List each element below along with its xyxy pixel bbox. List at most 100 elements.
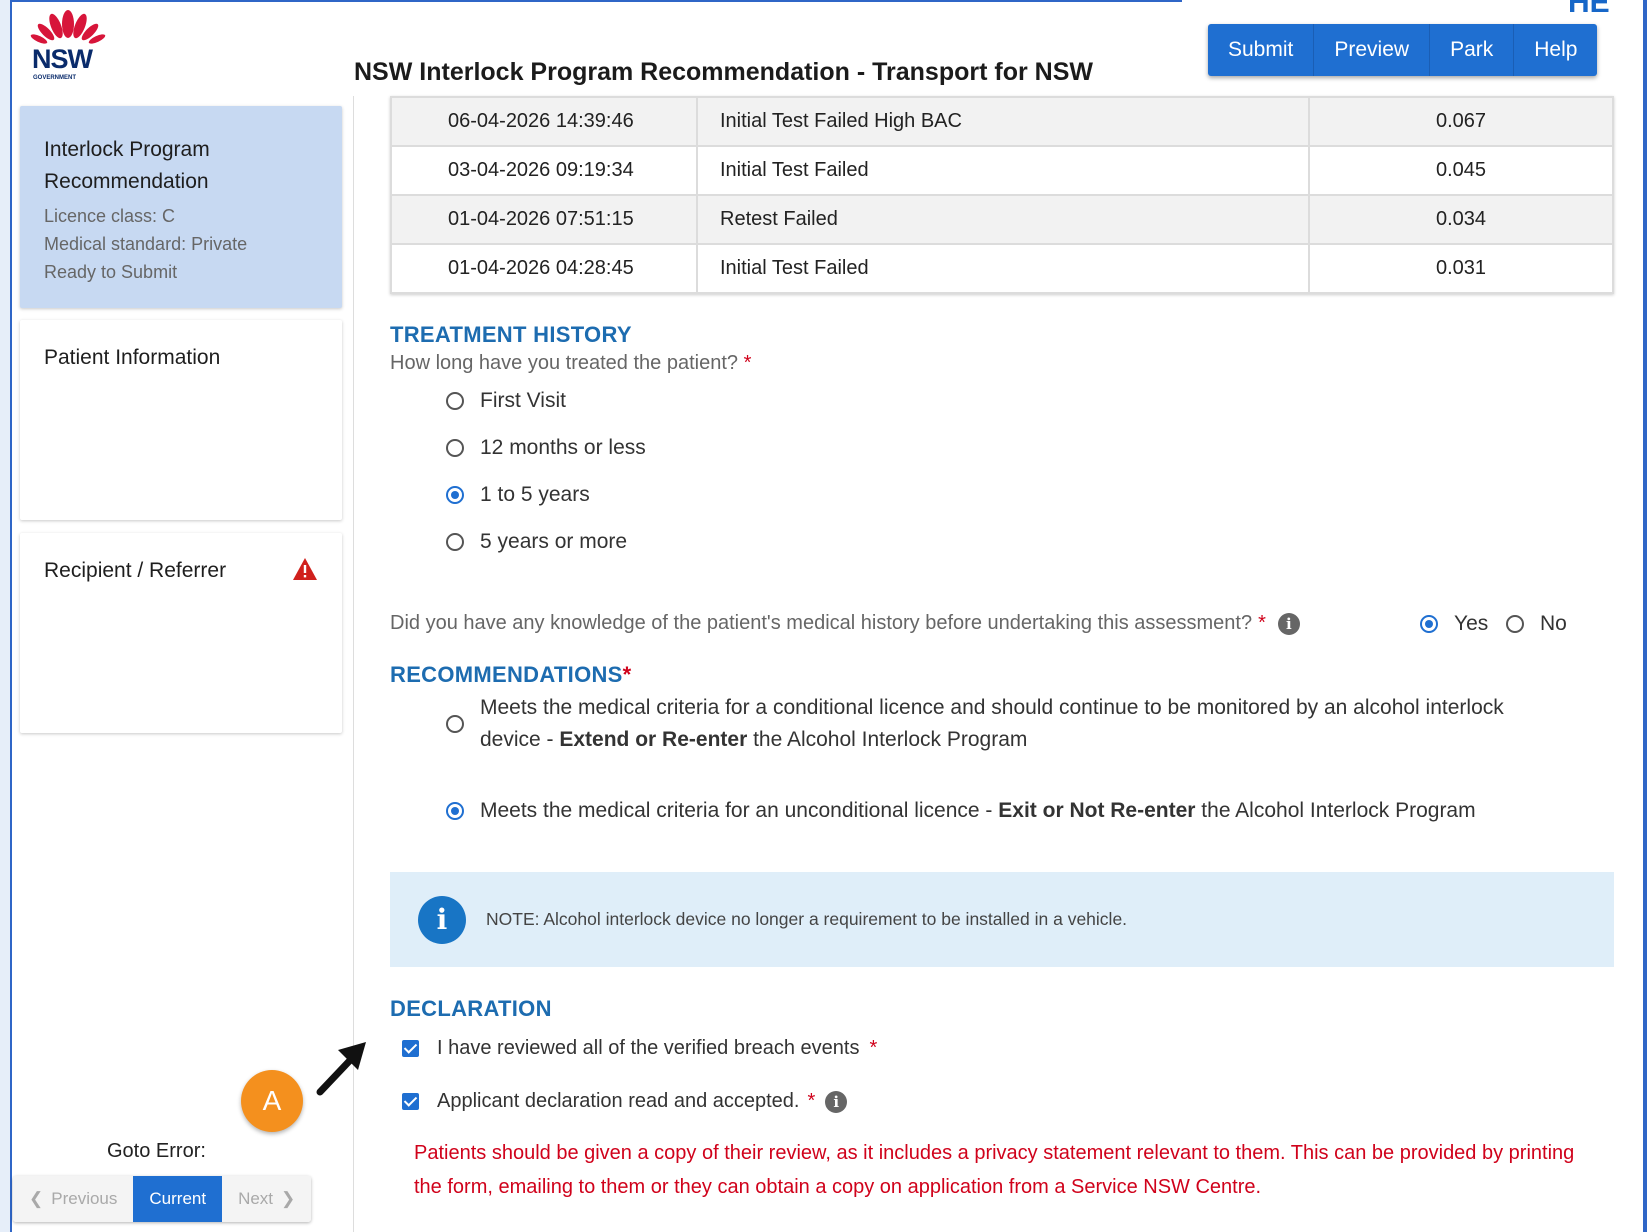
radio-label: Yes xyxy=(1454,612,1489,635)
checkbox-reviewed-breach-events[interactable]: I have reviewed all of the verified brea… xyxy=(402,1037,877,1060)
radio-label: 12 months or less xyxy=(480,436,646,459)
breach-datetime-cell: 01-04-2026 04:28:45 xyxy=(390,243,698,294)
breach-bac-cell: 0.034 xyxy=(1308,194,1614,245)
breach-event-cell: Initial Test Failed High BAC xyxy=(696,96,1310,147)
radio-label: No xyxy=(1540,612,1567,635)
current-error-button[interactable]: Current xyxy=(133,1176,223,1222)
recommendation-extend-line2: device - Extend or Re-enter the Alcohol … xyxy=(480,724,1504,756)
treatment-history-heading: TREATMENT HISTORY xyxy=(390,322,632,347)
radio-icon xyxy=(446,533,464,551)
breach-bac-cell: 0.067 xyxy=(1308,96,1614,147)
required-marker: * xyxy=(743,352,752,374)
radio-selected-icon xyxy=(1420,615,1438,633)
knowledge-question: Did you have any knowledge of the patien… xyxy=(390,612,1300,635)
breach-bac-cell: 0.031 xyxy=(1308,243,1614,294)
checkbox-checked-icon xyxy=(402,1040,419,1057)
annotation-badge: A xyxy=(241,1070,303,1132)
sidebar-item-patient-information[interactable]: Patient Information xyxy=(20,320,342,520)
recommendation-extend-bold: Extend or Re-enter xyxy=(559,728,748,751)
recommendation-extend-suffix: the Alcohol Interlock Program xyxy=(747,728,1028,751)
corner-clipped-text: HE xyxy=(1568,0,1610,19)
park-button[interactable]: Park xyxy=(1430,24,1515,76)
action-toolbar: Submit Preview Park Help xyxy=(1208,24,1598,76)
breach-event-cell: Retest Failed xyxy=(696,194,1310,245)
logo-wordmark: NSW xyxy=(32,44,93,74)
table-row: 06-04-2026 14:39:46 Initial Test Failed … xyxy=(390,96,1614,147)
chevron-left-icon: ❮ xyxy=(29,1189,44,1208)
treatment-question-text: How long have you treated the patient? xyxy=(390,352,739,374)
preview-button[interactable]: Preview xyxy=(1314,24,1431,76)
sidebar-item-title: Interlock Program xyxy=(44,138,210,161)
radio-icon xyxy=(1506,615,1524,633)
required-marker: * xyxy=(807,1090,816,1112)
breach-datetime-cell: 06-04-2026 14:39:46 xyxy=(390,96,698,147)
radio-icon xyxy=(446,392,464,410)
submit-button[interactable]: Submit xyxy=(1208,24,1315,76)
logo-subtext: GOVERNMENT xyxy=(33,75,77,81)
privacy-notice: Patients should be given a copy of their… xyxy=(414,1142,1575,1198)
goto-error-pager: ❮ Previous Current Next ❯ xyxy=(13,1176,312,1222)
sidebar-item-title: Recommendation xyxy=(44,170,209,193)
recommendations-heading-text: RECOMMENDATIONS xyxy=(390,662,623,687)
sidebar-item-title: Recipient / Referrer xyxy=(44,559,227,582)
window-frame-right xyxy=(1643,0,1647,1232)
treatment-question: How long have you treated the patient? * xyxy=(390,352,751,375)
required-marker: * xyxy=(622,662,632,687)
warning-triangle-icon xyxy=(293,558,317,580)
radio-12-months-or-less[interactable]: 12 months or less xyxy=(446,436,646,460)
breach-bac-cell: 0.045 xyxy=(1308,145,1614,196)
checkbox-label: Applicant declaration read and accepted. xyxy=(437,1090,800,1112)
recommendation-exit-prefix: Meets the medical criteria for an uncond… xyxy=(480,799,999,822)
sidebar-item-title: Patient Information xyxy=(44,346,221,369)
sidebar-item-recipient-referrer[interactable]: Recipient / Referrer xyxy=(20,533,342,733)
radio-1-to-5-years[interactable]: 1 to 5 years xyxy=(446,483,590,507)
breach-events-table: 06-04-2026 14:39:46 Initial Test Failed … xyxy=(390,96,1614,294)
radio-knowledge-no[interactable]: No xyxy=(1506,612,1567,636)
checkbox-applicant-declaration[interactable]: Applicant declaration read and accepted.… xyxy=(402,1090,848,1113)
help-button[interactable]: Help xyxy=(1514,24,1597,76)
previous-error-button[interactable]: ❮ Previous xyxy=(13,1176,134,1222)
radio-label: First Visit xyxy=(480,389,566,412)
checkbox-label: I have reviewed all of the verified brea… xyxy=(437,1037,860,1059)
knowledge-question-text: Did you have any knowledge of the patien… xyxy=(390,612,1253,634)
radio-label: 5 years or more xyxy=(480,530,628,553)
info-icon[interactable]: i xyxy=(1277,612,1300,635)
goto-error-label: Goto Error: xyxy=(107,1140,206,1162)
radio-knowledge-yes[interactable]: Yes xyxy=(1420,612,1488,636)
recommendations-heading: RECOMMENDATIONS* xyxy=(390,662,632,688)
annotation-arrow-icon xyxy=(316,1042,366,1096)
radio-icon xyxy=(446,715,464,733)
window-frame-left xyxy=(0,0,12,1232)
chevron-right-icon: ❯ xyxy=(281,1189,296,1208)
recommendation-extend-text: Meets the medical criteria for a conditi… xyxy=(480,692,1504,756)
recommendation-extend-line1: Meets the medical criteria for a conditi… xyxy=(480,696,1504,719)
sidebar-item-recommendation[interactable]: Interlock Program Recommendation Licence… xyxy=(20,106,342,308)
next-error-label: Next xyxy=(238,1189,274,1208)
required-marker: * xyxy=(869,1037,878,1059)
breach-event-cell: Initial Test Failed xyxy=(696,145,1310,196)
page-title: NSW Interlock Program Recommendation - T… xyxy=(354,58,1093,86)
radio-first-visit[interactable]: First Visit xyxy=(446,389,566,413)
radio-icon xyxy=(446,439,464,457)
recommendation-exit-suffix: the Alcohol Interlock Program xyxy=(1195,799,1476,822)
note-banner: i NOTE: Alcohol interlock device no long… xyxy=(390,872,1614,967)
table-row: 01-04-2026 07:51:15 Retest Failed 0.034 xyxy=(390,194,1614,245)
info-icon[interactable]: i xyxy=(825,1090,848,1113)
radio-selected-icon xyxy=(446,486,464,504)
declaration-heading: DECLARATION xyxy=(390,996,552,1021)
medical-standard-text: Medical standard: Private xyxy=(44,234,248,254)
window-frame-top xyxy=(12,0,1182,2)
recommendation-exit-bold: Exit or Not Re-enter xyxy=(998,799,1196,822)
breach-datetime-cell: 03-04-2026 09:19:34 xyxy=(390,145,698,196)
table-row: 03-04-2026 09:19:34 Initial Test Failed … xyxy=(390,145,1614,196)
recommendation-exit-text: Meets the medical criteria for an uncond… xyxy=(480,795,1476,827)
breach-event-cell: Initial Test Failed xyxy=(696,243,1310,294)
radio-recommendation-extend[interactable]: Meets the medical criteria for a conditi… xyxy=(446,692,1504,756)
radio-5-years-or-more[interactable]: 5 years or more xyxy=(446,530,627,554)
breach-datetime-cell: 01-04-2026 07:51:15 xyxy=(390,194,698,245)
next-error-button[interactable]: Next ❯ xyxy=(222,1176,312,1222)
radio-selected-icon xyxy=(446,802,464,820)
required-marker: * xyxy=(1258,612,1266,634)
previous-error-label: Previous xyxy=(51,1189,118,1208)
radio-recommendation-exit[interactable]: Meets the medical criteria for an uncond… xyxy=(446,795,1476,827)
